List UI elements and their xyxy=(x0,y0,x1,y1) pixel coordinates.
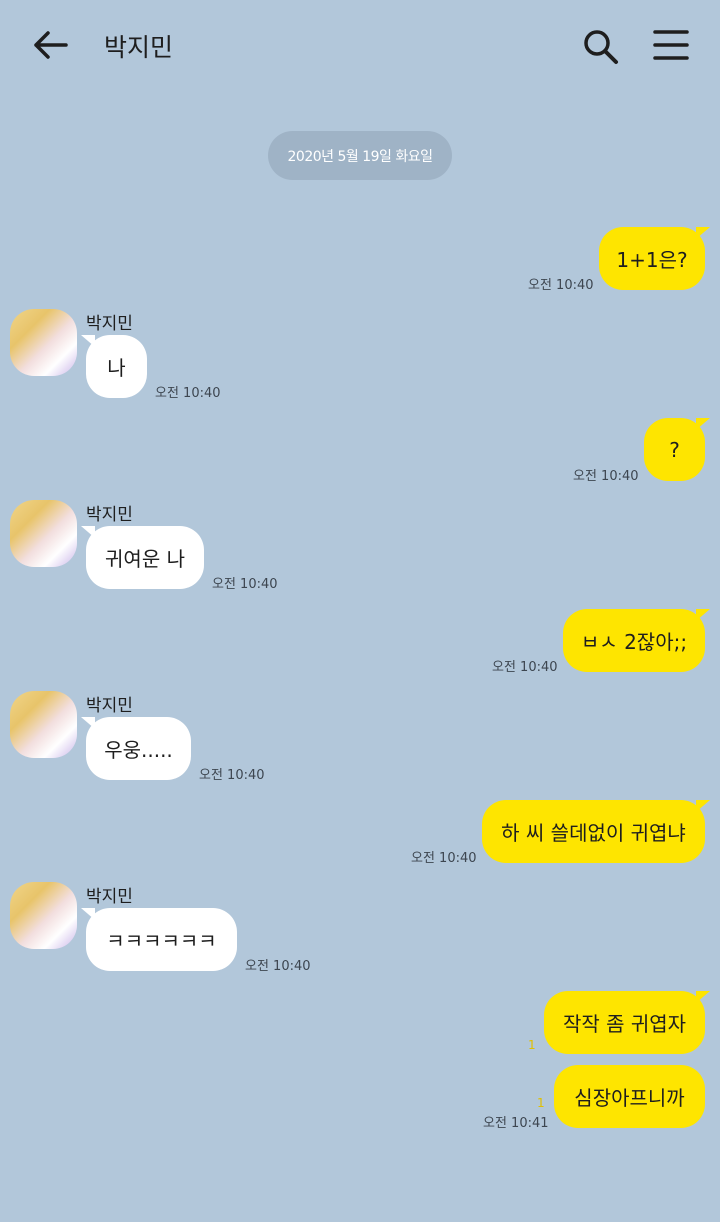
message-time: 오전 10:40 xyxy=(155,386,221,401)
back-button[interactable] xyxy=(30,26,72,64)
sender-name: 박지민 xyxy=(86,887,133,907)
unread-count: 1 xyxy=(537,1096,545,1110)
message-time: 오전 10:40 xyxy=(528,278,594,293)
their-message-bubble[interactable]: 우웅..... xyxy=(81,717,191,780)
date-divider: 2020년 5월 19일 화요일 xyxy=(268,131,452,180)
their-message-bubble[interactable]: ㅋㅋㅋㅋㅋㅋ xyxy=(81,908,237,971)
my-message-bubble[interactable]: ㅂㅅ 2잖아;; xyxy=(563,609,710,672)
search-icon xyxy=(584,30,618,64)
avatar[interactable] xyxy=(10,691,77,758)
menu-button[interactable] xyxy=(652,28,690,62)
my-message-bubble[interactable]: 작작 좀 귀엽자 xyxy=(544,991,710,1054)
message-time: 오전 10:40 xyxy=(573,469,639,484)
message-time: 오전 10:40 xyxy=(212,577,278,592)
sender-name: 박지민 xyxy=(86,505,133,525)
message-time: 오전 10:40 xyxy=(411,851,477,866)
message-time: 오전 10:41 xyxy=(483,1116,549,1131)
my-message-bubble[interactable]: 심장아프니까 xyxy=(554,1065,705,1128)
avatar[interactable] xyxy=(10,500,77,567)
unread-count: 1 xyxy=(528,1038,536,1052)
message-time: 오전 10:40 xyxy=(199,768,265,783)
message-time: 오전 10:40 xyxy=(245,959,311,974)
avatar[interactable] xyxy=(10,309,77,376)
chat-title: 박지민 xyxy=(104,33,174,62)
hamburger-menu-icon xyxy=(653,30,689,60)
their-message-bubble[interactable]: 귀여운 나 xyxy=(81,526,204,589)
message-time: 오전 10:40 xyxy=(492,660,558,675)
search-button[interactable] xyxy=(580,26,620,66)
arrow-left-icon xyxy=(34,31,68,59)
my-message-bubble[interactable]: ? xyxy=(644,418,710,481)
avatar[interactable] xyxy=(10,882,77,949)
my-message-bubble[interactable]: 1+1은? xyxy=(599,227,710,290)
chat-header: 박지민 xyxy=(0,0,720,90)
their-message-bubble[interactable]: 나 xyxy=(81,335,147,398)
sender-name: 박지민 xyxy=(86,314,133,334)
sender-name: 박지민 xyxy=(86,696,133,716)
my-message-bubble[interactable]: 하 씨 쓸데없이 귀엽냐 xyxy=(482,800,710,863)
